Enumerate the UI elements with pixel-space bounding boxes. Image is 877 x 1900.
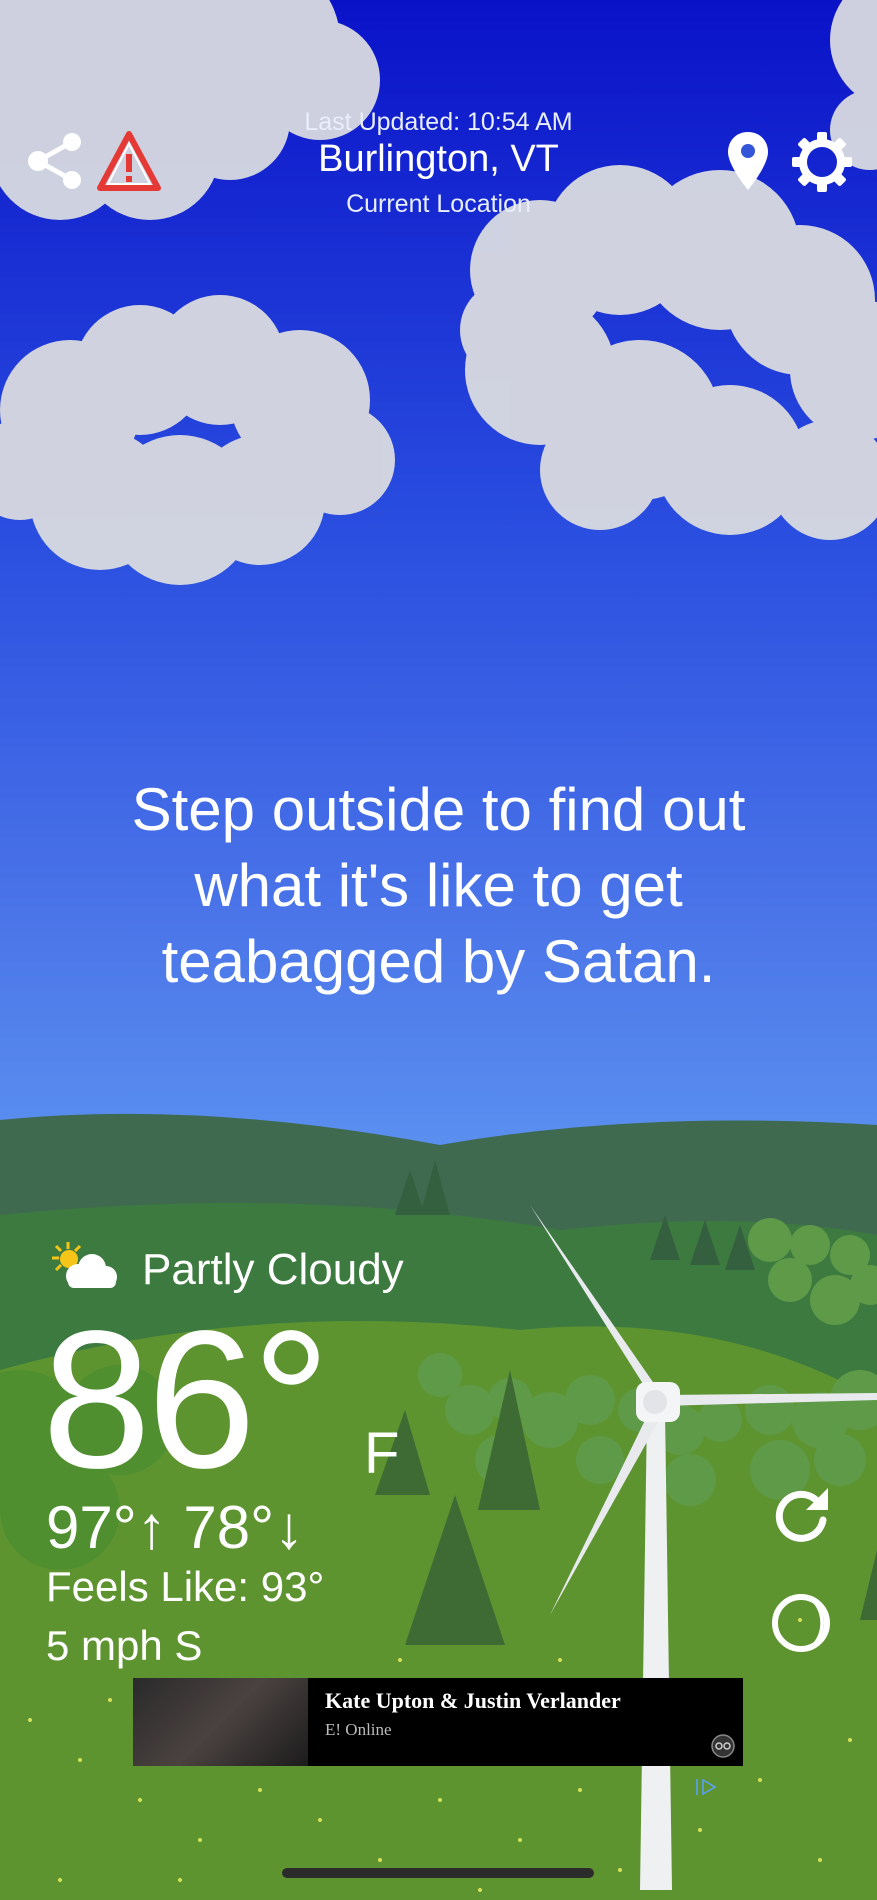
gear-icon[interactable] (790, 130, 854, 194)
message-line-2: what it's like to get (194, 852, 683, 919)
ad-banner[interactable]: Kate Upton & Justin Verlander E! Online (133, 1678, 743, 1766)
refresh-icon[interactable] (768, 1480, 834, 1546)
moon-icon[interactable] (768, 1590, 834, 1656)
current-temperature: 86° (42, 1290, 330, 1509)
feels-like-label: Feels Like: 93° (46, 1563, 325, 1610)
home-indicator[interactable] (282, 1868, 594, 1878)
high-low-temperature: 97°↑ 78°↓ (46, 1494, 305, 1561)
ad-badge-icon[interactable] (711, 1734, 735, 1758)
weather-message: Step outside to find out what it's like … (70, 772, 807, 1000)
ad-choices-icon[interactable] (694, 1775, 718, 1799)
ad-source: E! Online (325, 1720, 392, 1739)
location-pin-icon[interactable] (726, 130, 770, 192)
message-line-1: Step outside to find out (131, 776, 746, 843)
temperature-unit[interactable]: F (364, 1420, 399, 1487)
cloud-right (460, 165, 877, 540)
weather-app-screen: Last Updated: 10:54 AM Burlington, VT Cu… (0, 0, 877, 1900)
ad-title[interactable]: Kate Upton & Justin Verlander (325, 1688, 621, 1714)
location-subtitle: Current Location (346, 190, 531, 218)
message-line-3: teabagged by Satan. (161, 928, 716, 995)
condition-label: Partly Cloudy (142, 1245, 404, 1294)
wind-label: 5 mph S (46, 1622, 203, 1669)
cloud-left (0, 295, 395, 585)
partly-cloudy-icon (52, 1242, 117, 1288)
ad-image[interactable] (133, 1678, 308, 1766)
